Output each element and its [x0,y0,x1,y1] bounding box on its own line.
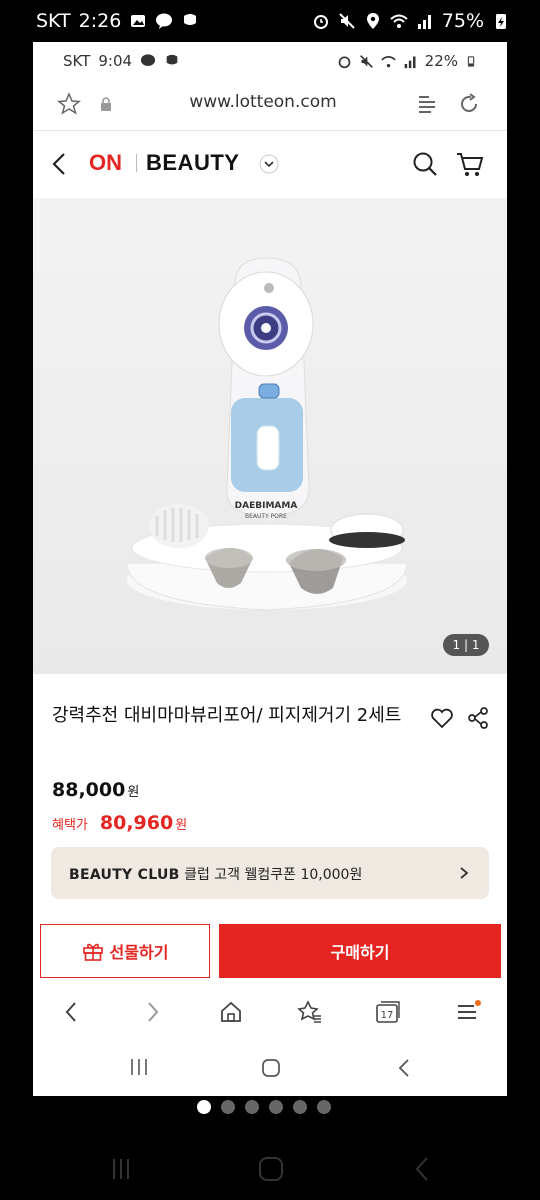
battery-percent: 75% [441,10,484,32]
signal-icon [417,15,431,29]
inner-carrier: SKT [63,52,91,70]
menu-icon[interactable] [455,1000,481,1024]
page-indicator [197,1100,331,1114]
screenshot-frame: SKT 9:04 22% www.lotteon.com ON BEAUTY D… [33,42,507,1096]
inner-battery-percent: 22% [424,52,458,70]
battery-charging-icon [496,14,506,29]
benefit-price-row: 혜택가 80,960 원 [52,812,187,834]
device-nav-bar [0,1136,540,1200]
device-back-icon[interactable] [414,1156,430,1182]
kakaotalk-icon [140,54,156,66]
purchase-actions: 선물하기 구매하기 [33,922,507,980]
svg-text:17: 17 [381,1010,394,1021]
refresh-icon[interactable] [457,92,481,116]
bookmark-star-icon[interactable] [57,92,81,116]
mute-icon [339,13,355,29]
battery-icon [467,55,475,67]
cart-icon[interactable] [455,150,485,178]
image-counter: 1 | 1 [443,634,489,656]
club-brand: BEAUTY CLUB [69,867,180,883]
device-home-icon[interactable] [258,1156,284,1182]
wifi-icon [380,55,396,67]
chat-icon [166,54,178,65]
heart-icon[interactable] [430,707,454,729]
url-text[interactable]: www.lotteon.com [163,92,363,112]
price-unit: 원 [127,785,140,800]
club-text-row: BEAUTY CLUB 클럽 고객 웰컴쿠폰 10,000원 [69,864,362,884]
home-icon[interactable] [219,1000,243,1024]
bookmarks-icon[interactable] [297,1000,323,1024]
clock: 2:26 [78,10,122,32]
gift-icon [82,943,103,961]
browser-toolbar: 17 [33,986,507,1038]
logo-section[interactable]: BEAUTY [146,150,239,176]
club-coupon-text: 클럽 고객 웰컴쿠폰 10,000원 [184,867,363,883]
recent-apps-icon[interactable] [110,1158,132,1180]
product-title: 강력추천 대비마마뷰리포어/ 피지제거기 2세트 [52,705,402,726]
location-icon [366,13,379,29]
logo-divider [136,154,137,172]
benefit-price: 80,960 [99,812,174,834]
inner-clock: 9:04 [98,52,133,70]
mute-icon [359,54,373,68]
kakaotalk-icon [156,13,173,29]
price-value: 88,000 [52,779,126,801]
benefit-unit: 원 [175,818,188,833]
system-home-icon[interactable] [261,1058,281,1078]
product-photo: DAEBIMAMA BEAUTY PORE [126,257,408,611]
tabs-icon[interactable]: 17 [375,1000,401,1024]
device-model-text: BEAUTY PORE [245,513,287,520]
signal-icon [404,56,416,68]
page-dot[interactable] [245,1100,259,1114]
gift-button[interactable]: 선물하기 [40,924,210,978]
browser-url-bar: www.lotteon.com [33,80,507,131]
page-dot[interactable] [317,1100,331,1114]
buy-button[interactable]: 구매하기 [219,924,501,978]
reader-mode-icon[interactable] [415,92,439,116]
benefit-label: 혜택가 [52,818,88,833]
system-back-icon[interactable] [397,1058,411,1078]
recent-apps-icon[interactable] [129,1058,149,1076]
page-dot[interactable] [293,1100,307,1114]
page-dot-active[interactable] [197,1100,211,1114]
chat-icon [184,14,197,25]
inner-system-nav [33,1038,507,1096]
alarm-icon [313,15,328,29]
inner-status-bar: SKT 9:04 22% [33,42,507,80]
carrier-label: SKT [36,10,71,32]
share-icon[interactable] [467,706,489,730]
product-image[interactable]: DAEBIMAMA BEAUTY PORE 1 | 1 [33,198,507,674]
search-icon[interactable] [411,150,439,178]
browser-forward-icon[interactable] [145,1000,161,1024]
page-dot[interactable] [269,1100,283,1114]
chevron-down-icon[interactable] [259,154,279,174]
site-header: ON BEAUTY [33,130,507,198]
page-dot[interactable] [221,1100,235,1114]
gallery-icon [131,15,146,27]
chevron-right-icon [460,867,469,879]
browser-back-icon[interactable] [63,1000,79,1024]
wifi-icon [390,14,408,28]
device-brand-text: DAEBIMAMA [235,501,298,511]
back-chevron-icon[interactable] [51,152,67,176]
lock-icon [101,97,111,111]
beauty-club-banner[interactable]: BEAUTY CLUB 클럽 고객 웰컴쿠폰 10,000원 [51,847,489,899]
original-price: 88,000 원 [52,779,139,801]
gift-label: 선물하기 [109,943,169,962]
alarm-icon [338,56,350,68]
logo-on[interactable]: ON [89,150,122,176]
device-status-bar: SKT 2:26 75% [0,0,540,44]
